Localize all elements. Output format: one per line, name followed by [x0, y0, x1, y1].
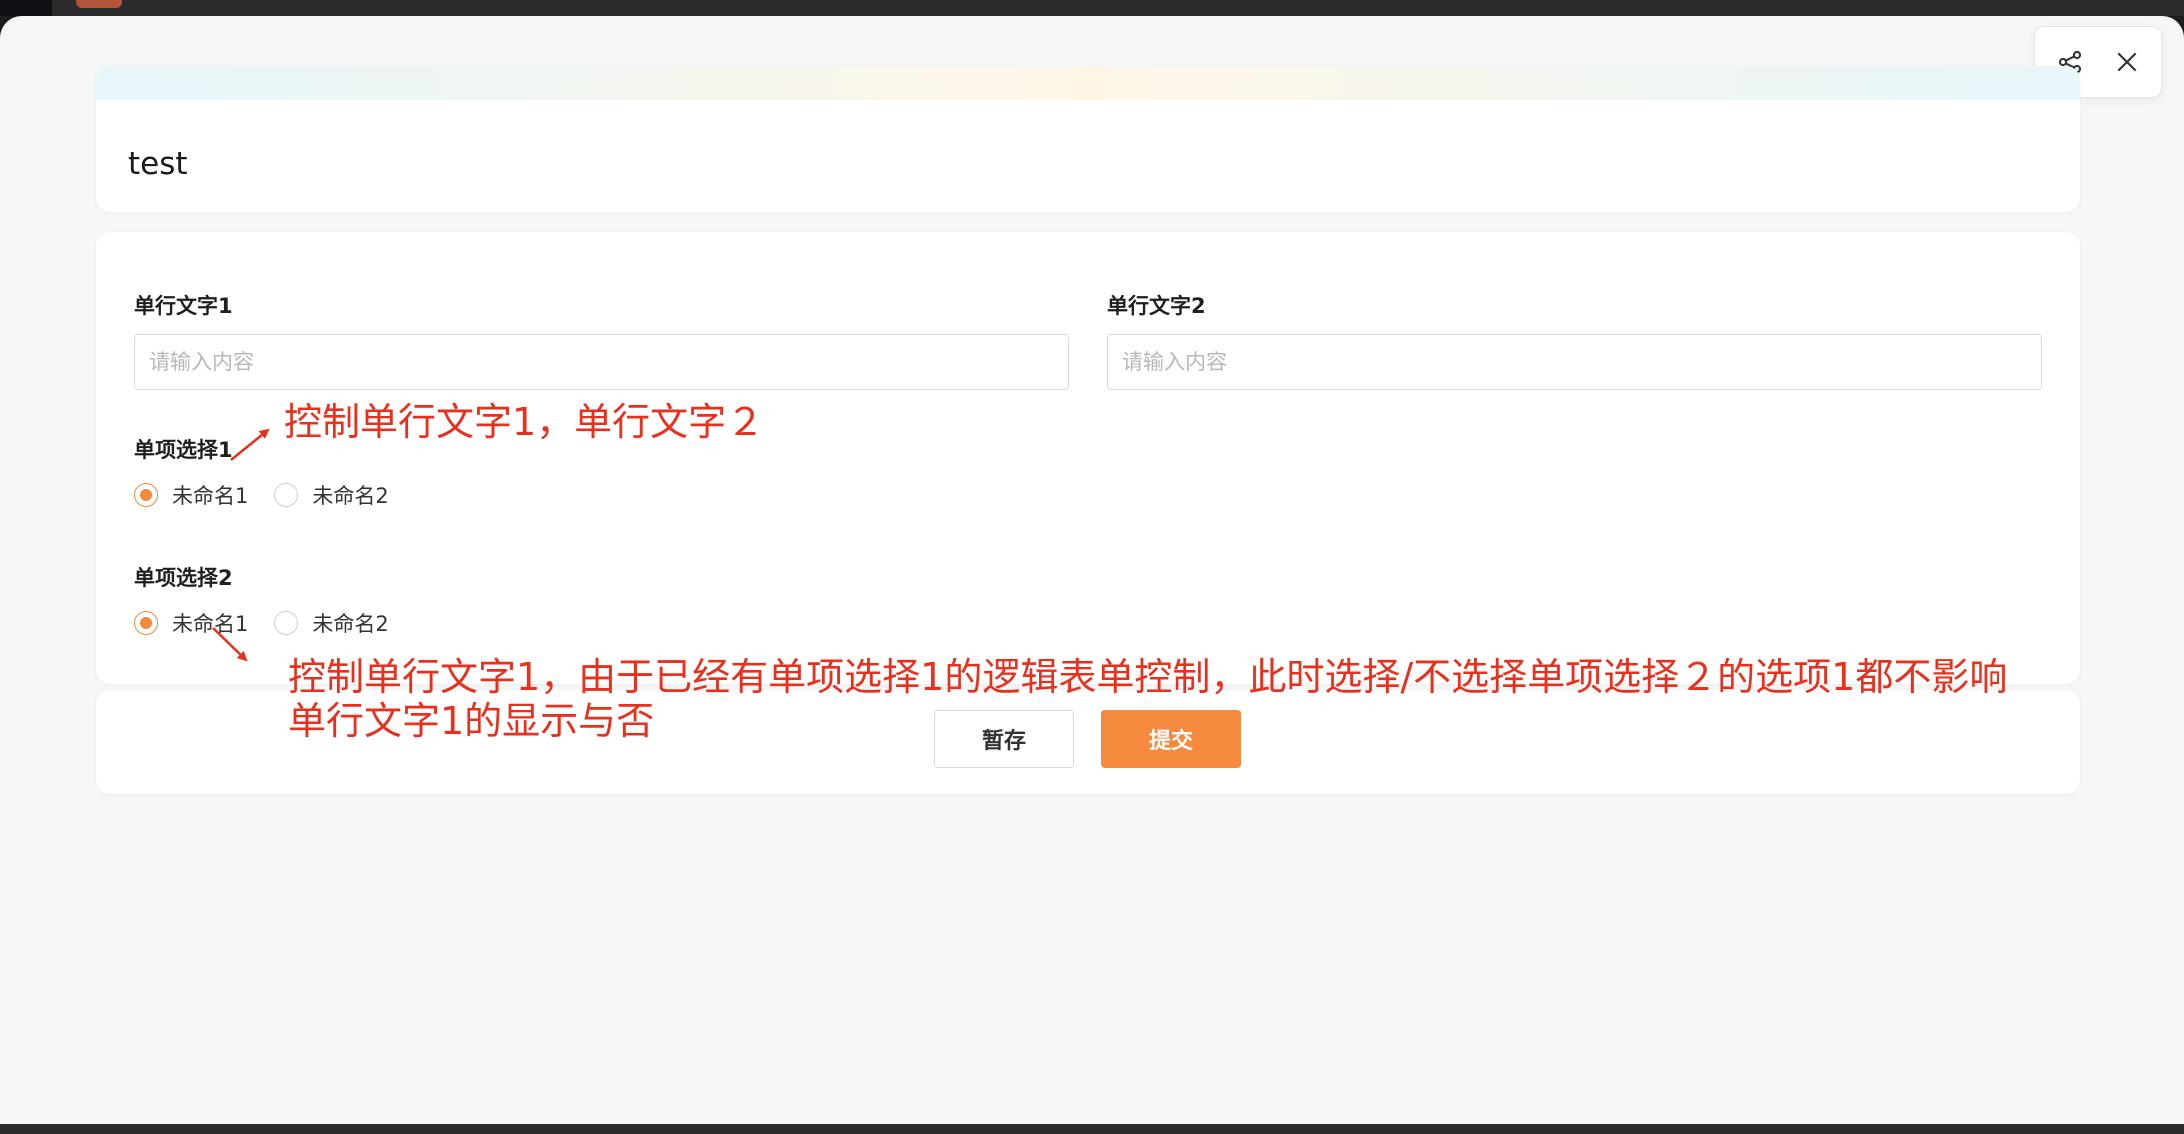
radio-2-option-2-circle[interactable]	[274, 611, 299, 635]
annotation-note-2-line-1: 控制单行文字1，由于已经有单项选择1的逻辑表单控制，此时选择/不选择单项选择２的…	[288, 655, 2008, 699]
text-field-1-input[interactable]	[134, 334, 1069, 390]
radio-1-label: 单项选择1	[134, 438, 233, 462]
submit-button[interactable]: 提交	[1101, 710, 1241, 768]
text-field-1-label: 单行文字1	[134, 294, 233, 318]
form-title-card: test	[96, 66, 2080, 212]
browser-tab-strip	[0, 0, 2184, 16]
window-corner	[0, 0, 52, 16]
radio-1-option-1[interactable]: 未命名1	[134, 480, 248, 510]
radio-2-option-2-label: 未命名2	[312, 612, 389, 636]
radio-2-option-1-label: 未命名1	[172, 612, 249, 636]
radio-1-option-2[interactable]: 未命名2	[274, 480, 389, 510]
form-modal: test 单行文字1 单行文字2 单项选择1 未命名1 未命名2 单项选择2 未…	[0, 16, 2184, 1124]
text-field-2-label: 单行文字2	[1107, 294, 1206, 318]
radio-1-option-2-circle[interactable]	[274, 483, 299, 507]
form-title: test	[128, 146, 188, 182]
save-draft-button[interactable]: 暂存	[934, 710, 1074, 768]
title-banner	[96, 66, 2080, 100]
radio-2-option-1[interactable]: 未命名1	[134, 608, 248, 638]
annotation-note-1: 控制单行文字1，单行文字２	[284, 400, 765, 444]
radio-1-option-2-label: 未命名2	[312, 484, 389, 508]
radio-2-label: 单项选择2	[134, 566, 233, 590]
radio-1-group: 未命名1 未命名2	[134, 480, 415, 510]
radio-1-option-1-label: 未命名1	[172, 484, 249, 508]
form-body-card: 单行文字1 单行文字2 单项选择1 未命名1 未命名2 单项选择2 未命名1 未…	[96, 232, 2080, 684]
radio-2-group: 未命名1 未命名2	[134, 608, 415, 638]
close-icon[interactable]	[2105, 40, 2149, 84]
radio-2-option-1-circle[interactable]	[134, 611, 158, 635]
annotation-note-2-line-2: 单行文字1的显示与否	[288, 699, 655, 743]
bottom-bar	[0, 1124, 2184, 1134]
app-tab-icon[interactable]	[76, 0, 122, 8]
text-field-2-input[interactable]	[1107, 334, 2042, 390]
radio-2-option-2[interactable]: 未命名2	[274, 608, 389, 638]
radio-1-option-1-circle[interactable]	[134, 483, 158, 507]
